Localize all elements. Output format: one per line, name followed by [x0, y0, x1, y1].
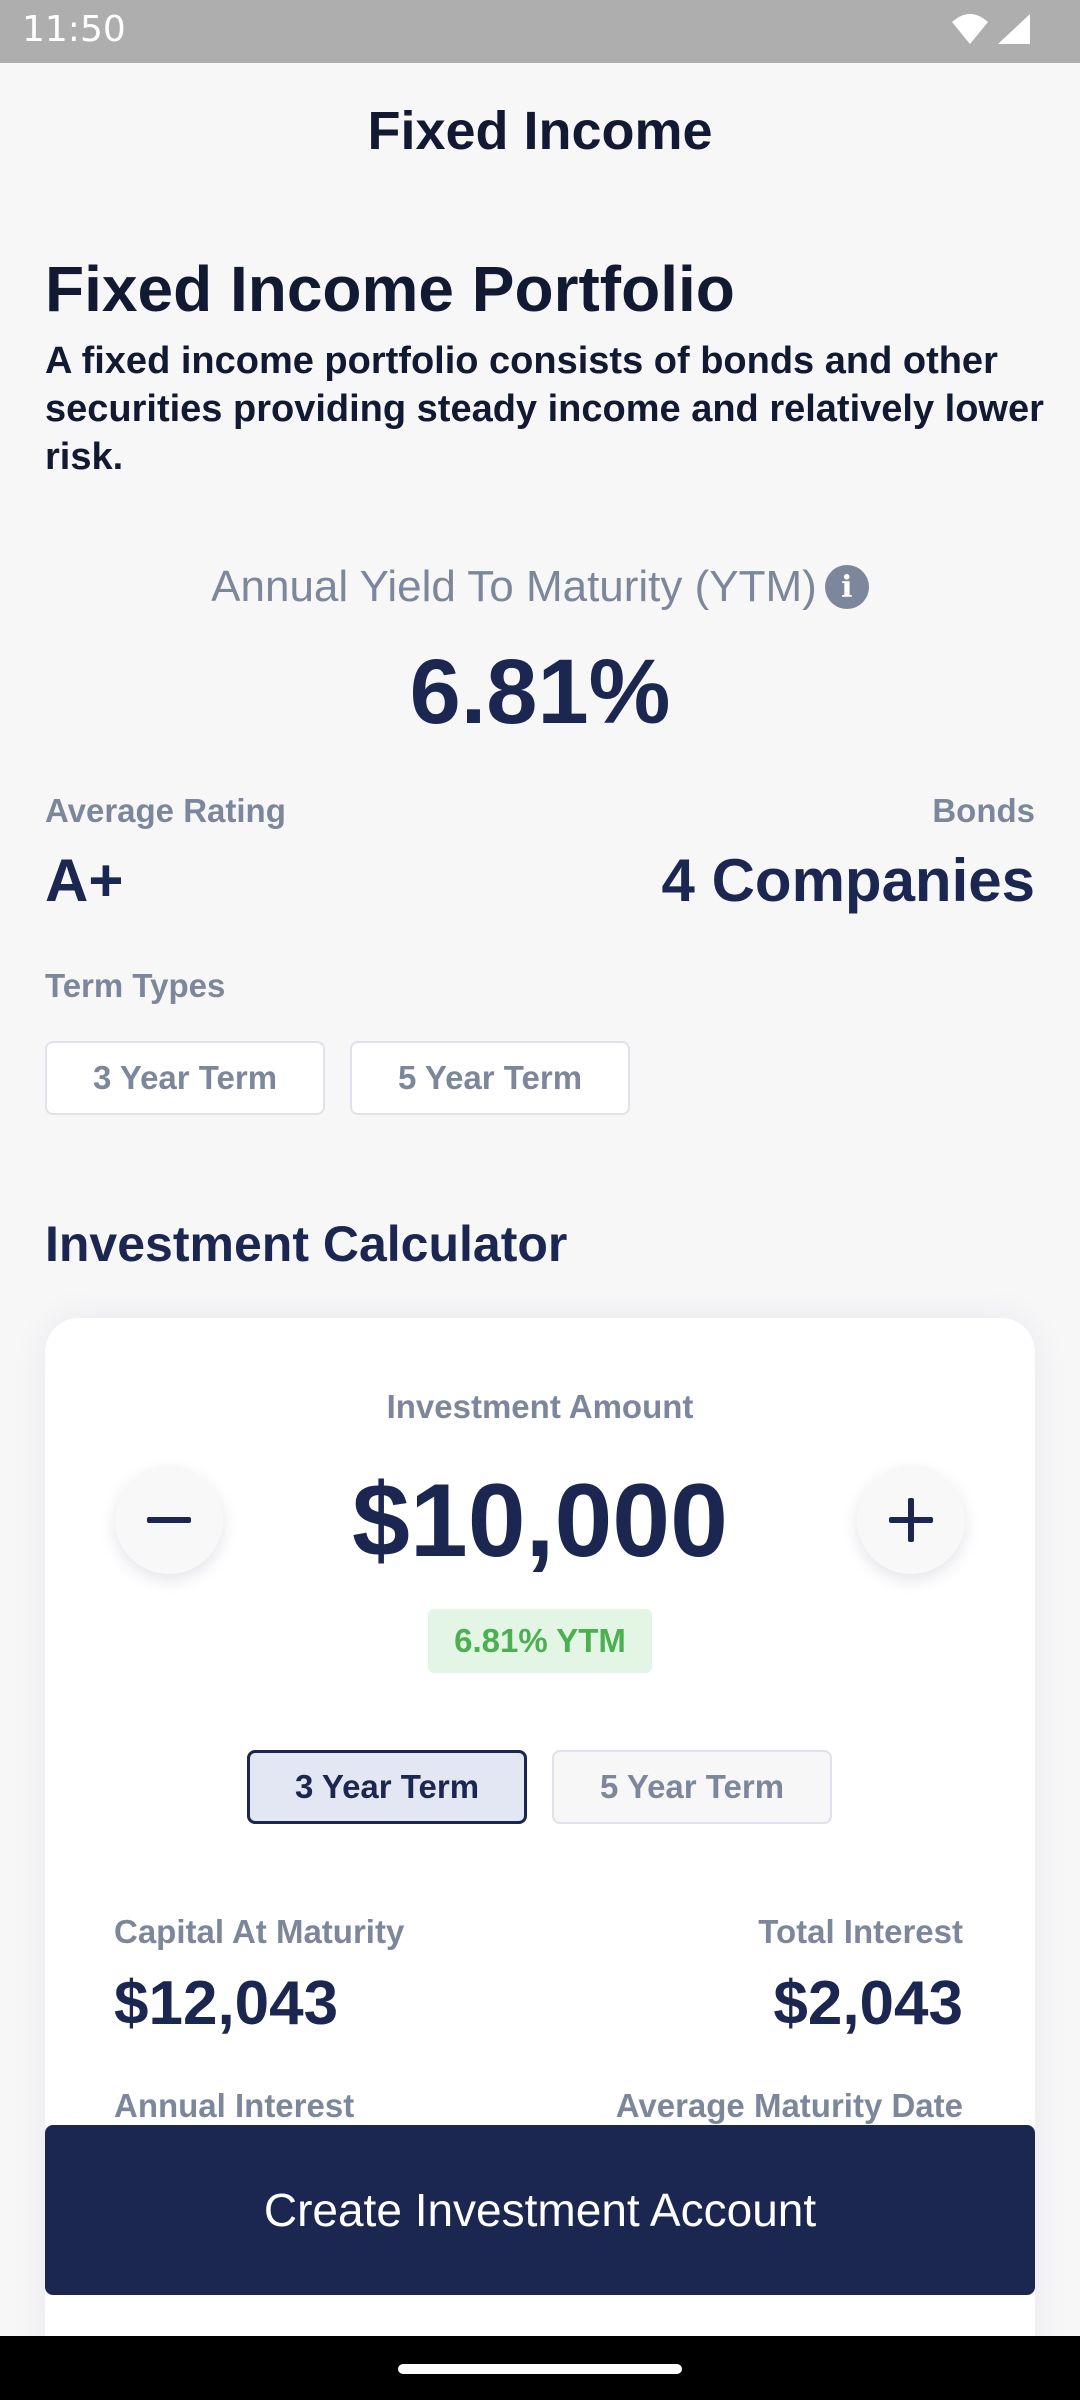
- portfolio-description: A fixed income portfolio consists of bon…: [45, 340, 1044, 478]
- ytm-label-row: Annual Yield To Maturity (YTM) i: [0, 562, 1080, 612]
- total-interest-label: Total Interest: [758, 1913, 963, 1950]
- status-bar: 11:50: [0, 0, 1080, 63]
- portfolio-title: Fixed Income Portfolio: [45, 253, 735, 325]
- plus-icon: [889, 1498, 933, 1542]
- info-icon[interactable]: i: [824, 565, 869, 609]
- home-indicator[interactable]: [398, 2364, 682, 2374]
- calculator-title: Investment Calculator: [45, 1216, 568, 1272]
- term-chip-5-year: 5 Year Term: [350, 1041, 630, 1115]
- increase-amount-button[interactable]: [857, 1466, 965, 1574]
- status-icons: [950, 12, 1032, 46]
- term-types-label: Term Types: [45, 967, 226, 1004]
- annual-interest-label: Annual Interest: [114, 2087, 355, 2124]
- average-maturity-date-label: Average Maturity Date: [615, 2087, 963, 2124]
- term-chip-3-year: 3 Year Term: [45, 1041, 325, 1115]
- page-title: Fixed Income: [367, 101, 713, 161]
- investment-amount-label: Investment Amount: [386, 1388, 694, 1425]
- ytm-label: Annual Yield To Maturity (YTM): [211, 562, 817, 611]
- calc-term-5-year-button[interactable]: 5 Year Term: [552, 1750, 832, 1824]
- capital-at-maturity-label: Capital At Maturity: [114, 1913, 405, 1950]
- signal-icon: [998, 14, 1030, 44]
- bonds-label: Bonds: [932, 792, 1035, 829]
- average-rating-value: A+: [45, 847, 124, 914]
- calc-term-3-year-button[interactable]: 3 Year Term: [247, 1750, 527, 1824]
- create-investment-account-button[interactable]: Create Investment Account: [45, 2125, 1035, 2295]
- bonds-value: 4 Companies: [661, 847, 1035, 914]
- average-rating-label: Average Rating: [45, 792, 286, 829]
- ytm-badge: 6.81% YTM: [428, 1609, 652, 1673]
- total-interest-value: $2,043: [773, 1969, 963, 2038]
- ytm-value: 6.81%: [409, 641, 671, 743]
- wifi-icon: [952, 14, 988, 44]
- capital-at-maturity-value: $12,043: [114, 1969, 339, 2038]
- status-time: 11:50: [22, 9, 126, 50]
